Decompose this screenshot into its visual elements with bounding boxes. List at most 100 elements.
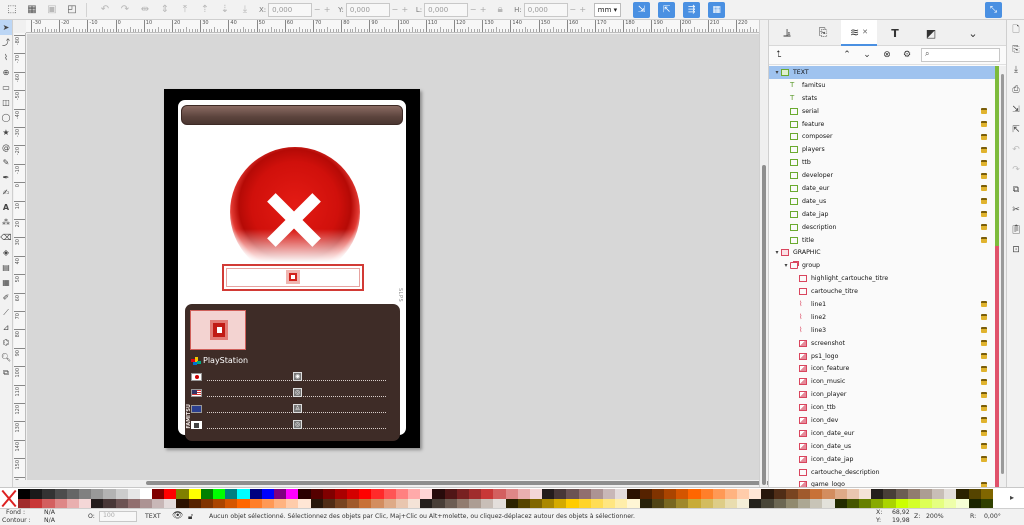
color-swatch[interactable] [505,489,518,499]
color-swatch[interactable] [724,489,738,499]
color-swatch[interactable] [895,489,908,499]
color-swatch[interactable] [554,489,567,499]
tab-layers-objects[interactable]: ≋ ✕ [841,20,877,46]
color-swatch[interactable] [505,498,518,508]
color-swatch[interactable] [785,498,798,508]
lock-icon[interactable] [981,353,987,360]
palette-menu-icon[interactable]: ▸ [1010,493,1014,502]
color-swatch[interactable] [895,498,908,508]
lock-icon[interactable] [981,456,987,463]
color-swatch[interactable] [663,489,677,499]
opacity-field[interactable]: 100 [99,511,137,522]
color-swatch[interactable] [152,498,165,508]
color-swatch[interactable] [639,489,652,499]
lock-icon[interactable] [981,172,987,179]
color-swatch[interactable] [298,498,311,508]
layer-row-graphic[interactable]: ▾ GRAPHIC [769,246,999,260]
color-swatch[interactable] [798,498,811,508]
color-swatch[interactable] [907,498,920,508]
move-gradients-button[interactable]: ⇶ [683,1,701,18]
color-swatch[interactable] [213,498,226,508]
color-swatch[interactable] [761,498,774,508]
layer-row-group[interactable]: ▾ group [769,259,999,273]
color-swatch[interactable] [66,489,79,499]
dropper-tool-icon[interactable]: ✐ [0,290,12,305]
scale-corners-button[interactable]: ⇱ [658,1,676,18]
eraser-tool-icon[interactable]: ⌫ [0,230,12,245]
unit-select[interactable]: mm ▾ [593,2,622,17]
color-swatch[interactable] [615,498,628,508]
deselect-icon[interactable]: ▣ [44,2,60,18]
color-swatch[interactable] [834,489,847,499]
color-swatch[interactable] [408,489,421,499]
y-field[interactable]: 0,000 [345,2,390,17]
color-swatch[interactable] [603,489,616,499]
color-swatch[interactable] [468,489,482,499]
layer-row-game-logo[interactable]: game_logo [769,478,999,487]
color-swatch[interactable] [213,489,226,499]
color-swatch[interactable] [347,489,360,499]
expand-arrow-icon[interactable]: ▾ [773,69,781,76]
color-swatch[interactable] [615,489,628,499]
color-swatch[interactable] [78,498,92,508]
color-swatch[interactable] [420,498,433,508]
layer-row-ttb[interactable]: ttb [769,156,999,170]
calligraphy-tool-icon[interactable]: ✍ [0,185,12,200]
color-swatch[interactable] [432,498,445,508]
color-swatch[interactable] [103,498,116,508]
color-swatch[interactable] [383,498,396,508]
color-swatch[interactable] [78,489,92,499]
y-increment-button[interactable]: + [400,4,410,16]
open-file-icon[interactable]: ⎘ [1007,40,1024,60]
raise-to-top-icon[interactable]: ⤒ [177,2,193,18]
height-field[interactable]: 0,000 [523,2,568,17]
rotate-cw-icon[interactable]: ↷ [117,2,133,18]
color-swatch[interactable] [529,489,543,499]
layer-row-date-us[interactable]: date_us [769,194,999,208]
tab-document-icon[interactable]: ⎘ [805,20,841,46]
lower-icon[interactable]: ⇣ [217,2,233,18]
lock-icon[interactable] [981,185,987,192]
layer-row-famitsu[interactable]: Tfamitsu [769,78,999,92]
color-swatch[interactable] [688,498,701,508]
color-swatch[interactable] [663,498,677,508]
color-swatch[interactable] [932,498,945,508]
pencil-tool-icon[interactable]: ✎ [0,155,12,170]
color-swatch[interactable] [749,489,762,499]
color-swatch[interactable] [883,498,896,508]
color-swatch[interactable] [481,498,494,508]
box3d-tool-icon[interactable]: ◫ [0,95,12,110]
color-swatch[interactable] [237,498,250,508]
color-swatch[interactable] [42,489,55,499]
expand-arrow-icon[interactable]: ▾ [782,262,790,269]
color-swatch[interactable] [310,489,323,499]
color-swatch[interactable] [968,498,981,508]
lock-icon[interactable] [981,146,987,153]
move-patterns-button[interactable]: ▦ [708,1,726,18]
info-row-eu[interactable]: ♙ [191,404,394,414]
close-tab-icon[interactable]: ✕ [862,28,868,36]
layer-row-composer[interactable]: composer [769,130,999,144]
lock-icon[interactable] [981,340,987,347]
color-swatch[interactable] [798,489,811,499]
connector-tool-icon[interactable]: ⟋ [0,305,12,320]
color-swatch[interactable] [493,489,506,499]
scale-stroke-button[interactable]: ⇲ [633,1,651,18]
color-swatch[interactable] [273,498,287,508]
touch-select-icon[interactable]: ◰ [64,2,80,18]
color-swatch[interactable] [225,498,238,508]
selector-tool-icon[interactable]: ➤ [0,20,12,35]
color-swatch[interactable] [907,489,920,499]
color-swatch[interactable] [334,498,348,508]
save-icon[interactable]: ⤓ [1007,60,1024,80]
drawing-canvas[interactable]: SLPS PlayStation FAMITSU ◉ ◎ ♙ ◎ [27,34,759,480]
gradient-tool-icon[interactable]: ▤ [0,260,12,275]
color-swatch[interactable] [822,498,835,508]
layer-row-icon-feature[interactable]: icon_feature [769,362,999,376]
horizontal-scrollbar[interactable] [27,480,778,487]
color-swatch[interactable] [566,489,579,499]
height-increment-button[interactable]: + [578,4,588,16]
color-swatch[interactable] [481,489,494,499]
x-increment-button[interactable]: + [322,4,332,16]
collapse-up-icon[interactable]: ⌃ [837,47,857,64]
